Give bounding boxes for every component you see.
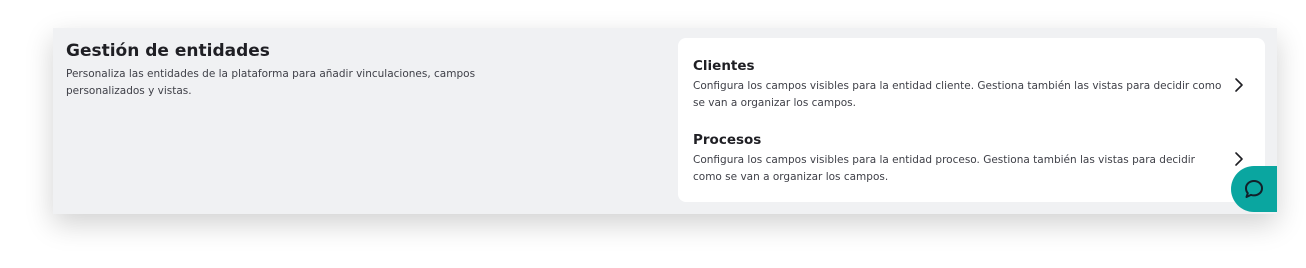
entity-item-procesos[interactable]: Procesos Configura los campos visibles p… — [693, 131, 1253, 186]
chat-bubble-icon — [1245, 180, 1263, 198]
entity-description: Configura los campos visibles para la en… — [693, 154, 1195, 183]
chat-widget-button[interactable] — [1231, 166, 1277, 212]
chevron-right-icon[interactable] — [1233, 151, 1245, 167]
section-header: Gestión de entidades Personaliza las ent… — [66, 40, 536, 100]
entity-item-clientes[interactable]: Clientes Configura los campos visibles p… — [693, 57, 1253, 112]
entity-list-card: Clientes Configura los campos visibles p… — [678, 38, 1265, 202]
entity-management-section: Gestión de entidades Personaliza las ent… — [53, 28, 1277, 214]
entity-description: Configura los campos visibles para la en… — [693, 80, 1222, 109]
section-description: Personaliza las entidades de la platafor… — [66, 68, 476, 97]
entity-title: Procesos — [693, 132, 762, 148]
chevron-right-icon[interactable] — [1233, 77, 1245, 93]
section-title: Gestión de entidades — [66, 41, 270, 61]
entity-title: Clientes — [693, 58, 755, 74]
